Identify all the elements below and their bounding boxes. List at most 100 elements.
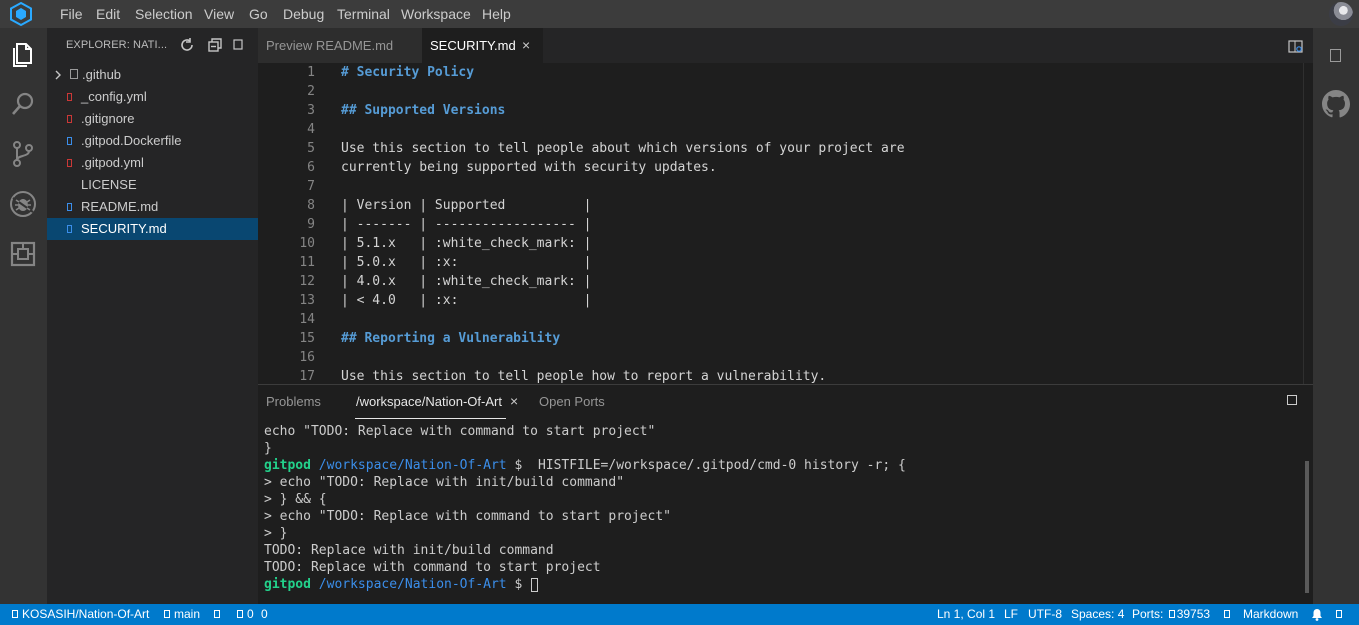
code-text: ## Reporting a Vulnerability — [341, 331, 561, 346]
terminal-line: > echo "TODO: Replace with init/build co… — [264, 474, 624, 491]
tab-open-ports[interactable]: Open Ports — [539, 394, 605, 409]
menu-view[interactable]: View — [202, 0, 236, 28]
terminal-text: TODO: Replace with command to start proj… — [264, 560, 601, 575]
language-mode[interactable]: Markdown — [1243, 604, 1298, 625]
file-icon — [67, 137, 72, 145]
tree-item-security[interactable]: SECURITY.md — [47, 218, 258, 240]
cursor-position[interactable]: Ln 1, Col 1 — [937, 604, 995, 625]
terminal-scrollbar[interactable] — [1305, 461, 1309, 593]
debug-icon[interactable] — [8, 189, 38, 219]
line-number: 15 — [299, 331, 315, 346]
remote-repo[interactable]: KOSASIH/Nation-Of-Art — [12, 604, 149, 625]
account-avatar[interactable] — [1329, 2, 1353, 26]
code-text: currently being supported with security … — [341, 160, 717, 175]
tree-item-gitpod-dockerfile[interactable]: .gitpod.Dockerfile — [47, 130, 258, 152]
tree-item-config-yml[interactable]: _config.yml — [47, 86, 258, 108]
files-icon[interactable] — [8, 40, 38, 70]
terminal-line: TODO: Replace with command to start proj… — [264, 559, 601, 576]
code-text: | < 4.0 | :x: | — [341, 293, 592, 308]
tree-item-label: LICENSE — [81, 177, 137, 192]
encoding-indicator[interactable]: UTF-8 — [1028, 604, 1062, 625]
feedback-icon[interactable] — [1224, 604, 1230, 625]
file-icon — [67, 93, 72, 101]
line-number: 11 — [299, 255, 315, 270]
close-icon[interactable]: × — [522, 28, 530, 63]
code-text: # Security Policy — [341, 65, 475, 80]
terminal-line: } — [264, 440, 272, 457]
notifications-bell-icon[interactable] — [1311, 604, 1323, 625]
warnings-count: 0 — [261, 607, 268, 621]
line-number: 17 — [299, 369, 315, 384]
tab-preview-readme[interactable]: Preview README.md — [258, 28, 422, 63]
terminal-line: TODO: Replace with init/build command — [264, 542, 554, 559]
code-text: | ------- | ------------------ | — [341, 217, 592, 232]
open-preview-icon[interactable] — [1288, 40, 1304, 54]
right-sidebar — [1313, 28, 1359, 604]
terminal-cursor — [531, 577, 539, 592]
sync-icon[interactable] — [214, 604, 220, 625]
extensions-icon[interactable] — [8, 239, 38, 269]
indentation-indicator[interactable]: Spaces: 4 — [1071, 604, 1124, 625]
port-icon — [1168, 610, 1175, 618]
outline-icon[interactable] — [1330, 49, 1341, 62]
terminal-line: > } — [264, 525, 287, 542]
file-icon — [67, 115, 72, 123]
terminal-line: gitpod /workspace/Nation-Of-Art $ HISTFI… — [264, 457, 906, 474]
tree-item-label: .gitignore — [81, 111, 135, 126]
line-number: 1 — [307, 65, 315, 80]
line-number: 7 — [307, 179, 315, 194]
tree-item-gitpod-yml[interactable]: .gitpod.yml — [47, 152, 258, 174]
eol-indicator[interactable]: LF — [1004, 604, 1018, 625]
menu-selection[interactable]: Selection — [133, 0, 195, 28]
layout-icon[interactable] — [1336, 604, 1342, 625]
tab-label: SECURITY.md — [430, 38, 516, 53]
chevron-right-icon — [55, 70, 61, 80]
menu-debug[interactable]: Debug — [281, 0, 326, 28]
code-text: | 5.0.x | :x: | — [341, 255, 592, 270]
menu-help[interactable]: Help — [480, 0, 513, 28]
error-icon — [237, 610, 243, 618]
line-number: 12 — [299, 274, 315, 289]
terminal-text: } — [264, 441, 272, 456]
code-text: ## Supported Versions — [341, 103, 506, 118]
code-editor[interactable]: 1 # Security Policy 2 3 ## Supported Version… — [258, 63, 1313, 384]
branch-indicator[interactable]: main — [164, 604, 200, 625]
tab-security-md[interactable]: SECURITY.md × — [422, 28, 543, 63]
menu-file[interactable]: File — [58, 0, 85, 28]
menu-edit[interactable]: Edit — [94, 0, 122, 28]
source-control-icon[interactable] — [8, 139, 38, 169]
ports-value: 39753 — [1176, 607, 1211, 621]
github-icon[interactable] — [1322, 90, 1351, 123]
maximize-panel-icon[interactable] — [1287, 395, 1297, 405]
menu-terminal[interactable]: Terminal — [335, 0, 392, 28]
tree-item-label: README.md — [81, 199, 159, 214]
search-icon[interactable] — [8, 89, 38, 119]
terminal-text: TODO: Replace with init/build command — [264, 543, 554, 558]
terminal-text: > } — [264, 526, 288, 541]
terminal[interactable]: echo "TODO: Replace with command to star… — [258, 423, 1298, 605]
problems-indicator[interactable]: 0 0 — [237, 604, 268, 625]
folder-icon — [70, 69, 78, 79]
gitpod-logo-icon[interactable] — [8, 1, 34, 27]
terminal-text: echo "TODO: Replace with command to star… — [264, 424, 656, 439]
editor-scrollbar[interactable] — [1303, 63, 1313, 384]
tree-item-readme[interactable]: README.md — [47, 196, 258, 218]
tree-item-license[interactable]: LICENSE — [47, 174, 258, 196]
ports-indicator[interactable]: Ports: 39753 — [1132, 604, 1210, 625]
menu-go[interactable]: Go — [247, 0, 270, 28]
maximize-icon[interactable] — [231, 37, 247, 53]
tree-item-gitignore[interactable]: .gitignore — [47, 108, 258, 130]
prompt-path: /workspace/Nation-Of-Art — [318, 577, 507, 592]
close-icon[interactable]: × — [510, 393, 518, 409]
refresh-icon[interactable] — [179, 37, 195, 53]
tab-problems[interactable]: Problems — [266, 394, 321, 409]
code-text: Use this section to tell people about wh… — [341, 141, 905, 156]
branch-label: main — [174, 607, 201, 621]
menu-workspace[interactable]: Workspace — [399, 0, 473, 28]
tab-terminal[interactable]: /workspace/Nation-Of-Art — [356, 394, 502, 409]
line-number: 2 — [307, 84, 315, 99]
line-number: 3 — [307, 103, 315, 118]
tree-item-github[interactable]: .github — [47, 64, 258, 86]
tree-item-label: _config.yml — [81, 89, 147, 104]
collapse-all-icon[interactable] — [207, 37, 223, 53]
